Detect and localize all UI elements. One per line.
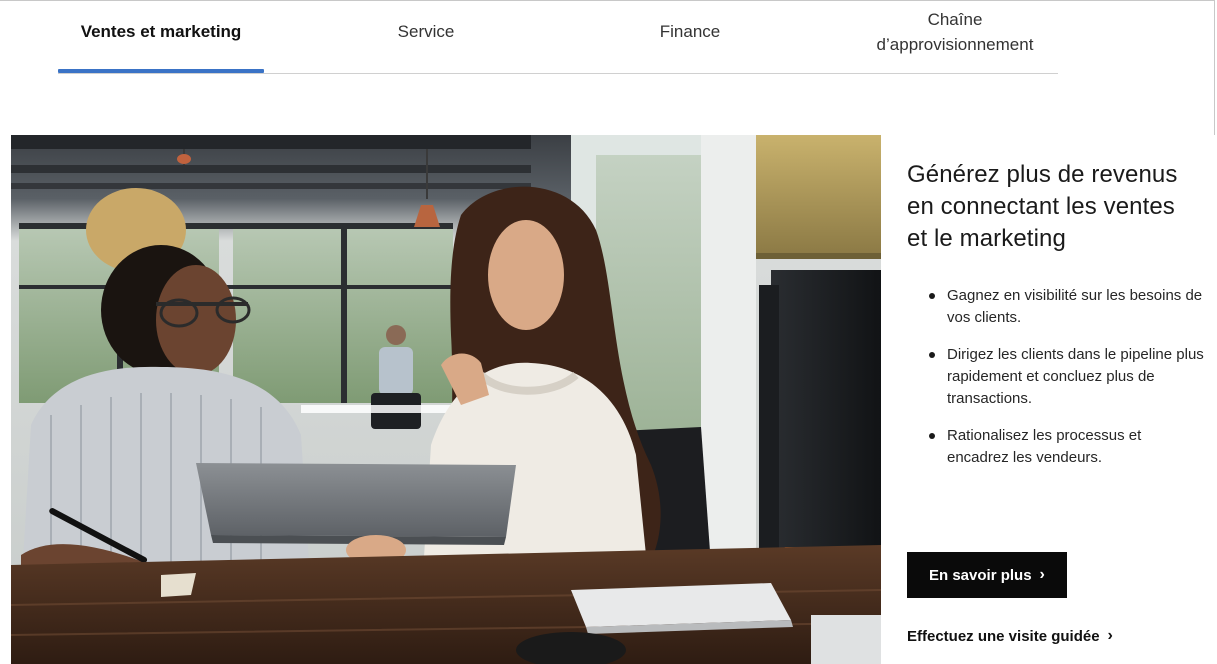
benefit-list: Gagnez en visibilité sur les besoins de …	[907, 285, 1207, 484]
tab-chaine-approvisionnement[interactable]: Chaîne d’approvisionnement	[855, 0, 1055, 68]
benefit-item: Dirigez les clients dans le pipeline plu…	[929, 344, 1207, 410]
tab-ventes-et-marketing[interactable]: Ventes et marketing	[58, 0, 264, 73]
tab-service[interactable]: Service	[326, 0, 526, 68]
learn-more-button[interactable]: En savoir plus ›	[907, 552, 1067, 598]
hero-image	[11, 135, 881, 664]
category-tabs: Ventes et marketing Service Finance Chaî…	[58, 0, 1058, 74]
chevron-right-icon: ›	[1107, 627, 1113, 644]
tab-label: Ventes et marketing	[80, 22, 242, 41]
chevron-right-icon: ›	[1039, 566, 1045, 583]
office-photo-illustration	[11, 135, 881, 664]
panel-headline: Générez plus de revenus en connectant le…	[907, 161, 1178, 252]
tab-label: Service	[397, 22, 455, 41]
learn-more-label: En savoir plus	[929, 566, 1032, 584]
tab-label: Chaîne d’approvisionnement	[876, 9, 1034, 54]
benefit-item: Rationalisez les processus et encadrez l…	[929, 425, 1207, 469]
feature-panel: Générez plus de revenus en connectant le…	[881, 135, 1215, 664]
active-tab-indicator	[58, 69, 264, 73]
tab-label: Finance	[659, 22, 721, 41]
guided-tour-link[interactable]: Effectuez une visite guidée ›	[907, 627, 1113, 645]
benefit-item: Gagnez en visibilité sur les besoins de …	[929, 285, 1207, 329]
guided-tour-label: Effectuez une visite guidée	[907, 627, 1100, 645]
tab-finance[interactable]: Finance	[590, 0, 790, 68]
